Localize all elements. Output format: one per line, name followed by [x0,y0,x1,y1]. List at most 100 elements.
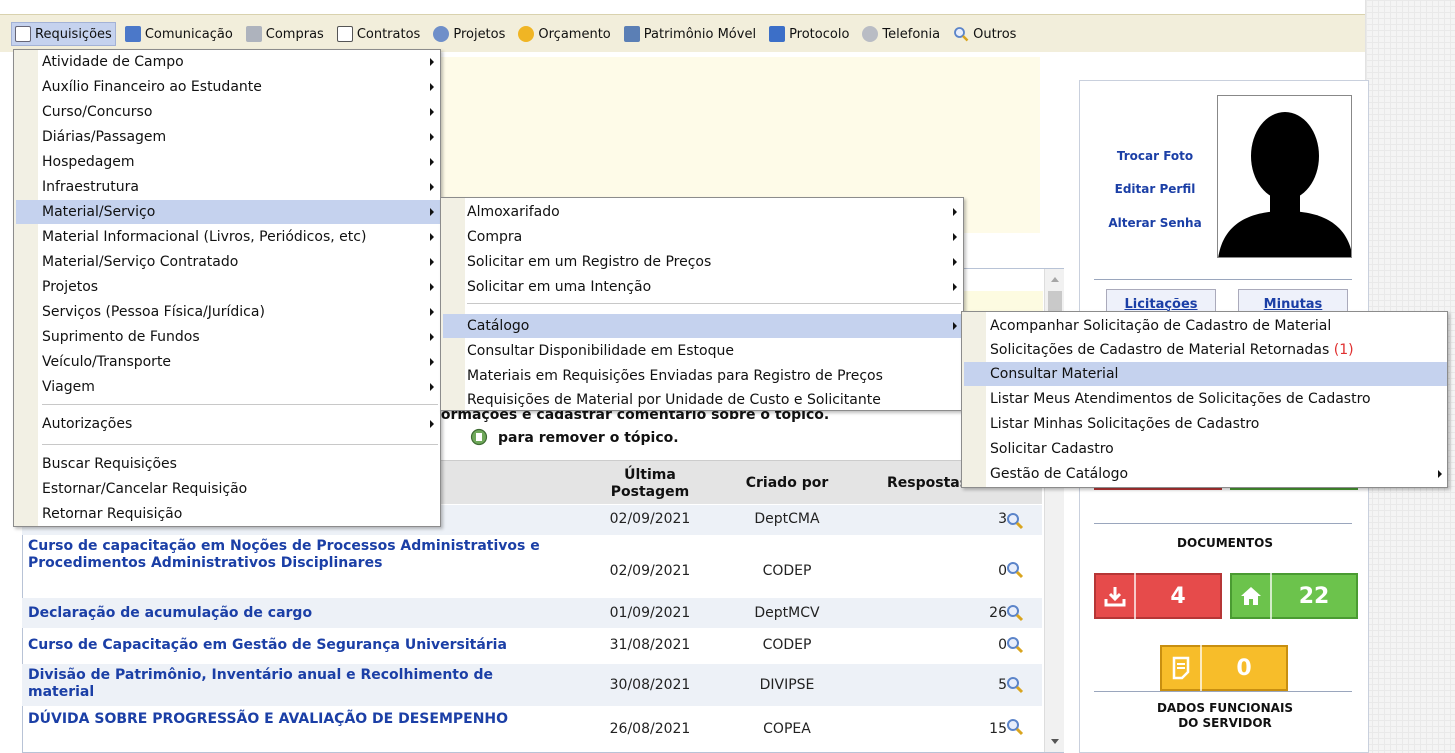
menu-item-curso-concurso[interactable]: Curso/Concurso [16,100,440,124]
chevron-right-icon [430,233,434,241]
chevron-right-icon [953,322,957,330]
chevron-right-icon [430,108,434,116]
menu-material-servico-dropdown: Almoxarifado Compra Solicitar em um Regi… [440,197,964,411]
editar-perfil-link[interactable]: Editar Perfil [1080,182,1230,196]
menu-item-projetos[interactable]: Projetos [16,275,440,299]
chevron-right-icon [430,258,434,266]
coins-icon [518,26,535,42]
documentos-home-tile[interactable]: 22 [1230,573,1358,619]
topic-link[interactable]: Declaração de acumulação de cargo [28,605,558,622]
view-topic-icon[interactable] [1006,636,1024,654]
search-icon [953,26,969,42]
chevron-right-icon [430,383,434,391]
topic-date: 30/08/2021 [609,677,691,693]
download-icon [1096,573,1136,619]
profile-divider [1094,279,1352,280]
forum-instruction-2: para remover o tópico. [498,430,679,446]
scroll-up-icon[interactable] [1051,277,1059,282]
alterar-senha-link[interactable]: Alterar Senha [1080,216,1230,230]
topic-link[interactable]: Curso de Capacitação em Gestão de Segura… [28,637,558,654]
menu-item-atividade-de-campo[interactable]: Atividade de Campo [16,50,440,74]
menu-orcamento[interactable]: Orçamento [515,23,613,45]
view-topic-icon[interactable] [1006,604,1024,622]
menu-item-infraestrutura[interactable]: Infraestrutura [16,175,440,199]
menu-requisicoes[interactable]: Requisições [11,22,116,46]
menu-protocolo[interactable]: Protocolo [766,23,852,45]
menu-item-material-servico[interactable]: Material/Serviço [16,200,440,224]
topic-date: 26/08/2021 [609,721,691,737]
menu-item-solicitar-intencao[interactable]: Solicitar em uma Intenção [443,275,963,299]
notebook-icon [769,26,786,42]
main-menubar: Requisições Comunicação Compras Contrato… [0,14,1365,52]
chevron-right-icon [953,258,957,266]
menu-telefonia[interactable]: Telefonia [859,23,943,45]
menu-item-solicitar-registro-precos[interactable]: Solicitar em um Registro de Preços [443,250,963,274]
menu-item-veiculo-transporte[interactable]: Veículo/Transporte [16,350,440,374]
menu-item-compra[interactable]: Compra [443,225,963,249]
chevron-right-icon [430,83,434,91]
scroll-down-icon[interactable] [1051,739,1059,744]
document-icon [15,26,31,42]
topic-link[interactable]: Divisão de Patrimônio, Inventário anual … [28,667,558,701]
menu-item-requisicoes-unidade-custo[interactable]: Requisições de Material por Unidade de C… [443,388,963,412]
menu-item-buscar-requisicoes[interactable]: Buscar Requisições [16,452,440,476]
menu-projetos[interactable]: Projetos [430,23,508,45]
menu-item-retornar-requisicao[interactable]: Retornar Requisição [16,502,440,526]
topic-date: 02/09/2021 [609,511,691,527]
menu-patrimonio-movel[interactable]: Patrimônio Móvel [621,23,759,45]
menu-requisicoes-dropdown: Atividade de Campo Auxílio Financeiro ao… [13,49,441,527]
menu-item-hospedagem[interactable]: Hospedagem [16,150,440,174]
menu-item-solicitar-cadastro[interactable]: Solicitar Cadastro [964,437,1447,461]
topic-link[interactable]: DÚVIDA SOBRE PROGRESSÃO E AVALIAÇÃO DE D… [28,711,558,728]
documentos-download-tile[interactable]: 4 [1094,573,1222,619]
menu-comunicacao[interactable]: Comunicação [122,23,236,45]
chevron-right-icon [430,183,434,191]
table-row: Declaração de acumulação de cargo 01/09/… [22,598,1042,628]
menu-item-listar-minhas-solicitacoes[interactable]: Listar Minhas Solicitações de Cadastro [964,412,1447,436]
topic-link[interactable]: Curso de capacitação em Noções de Proces… [28,538,558,572]
gears-icon [433,26,450,42]
menu-item-solicitacoes-retornadas[interactable]: Solicitações de Cadastro de Material Ret… [964,338,1447,362]
table-row: Divisão de Patrimônio, Inventário anual … [22,664,1042,706]
topic-replies: 5 [998,677,1007,693]
menu-item-catalogo[interactable]: Catálogo [443,314,963,338]
menu-outros[interactable]: Outros [950,23,1019,45]
menu-catalogo-dropdown: Acompanhar Solicitação de Cadastro de Ma… [961,311,1448,488]
menu-item-consultar-material[interactable]: Consultar Material [964,362,1447,386]
menu-item-acompanhar-solicitacao[interactable]: Acompanhar Solicitação de Cadastro de Ma… [964,314,1447,338]
menu-item-viagem[interactable]: Viagem [16,375,440,399]
dados-funcionais-title: DADOS FUNCIONAIS DO SERVIDOR [1156,701,1294,730]
menu-contratos[interactable]: Contratos [334,23,424,45]
menu-item-estornar-cancelar[interactable]: Estornar/Cancelar Requisição [16,477,440,501]
chevron-right-icon [430,208,434,216]
menu-compras[interactable]: Compras [243,23,327,45]
menu-item-gestao-de-catalogo[interactable]: Gestão de Catálogo [964,462,1447,486]
menu-item-listar-meus-atendimentos[interactable]: Listar Meus Atendimentos de Solicitações… [964,387,1447,411]
menu-item-auxilio-financeiro[interactable]: Auxílio Financeiro ao Estudante [16,75,440,99]
header-created-by[interactable]: Criado por [722,475,852,492]
topic-author: DeptMCV [754,605,820,621]
trocar-foto-link[interactable]: Trocar Foto [1080,149,1230,163]
menu-item-almoxarifado[interactable]: Almoxarifado [443,200,963,224]
menu-item-material-servico-contratado[interactable]: Material/Serviço Contratado [16,250,440,274]
header-last-post[interactable]: Última Postagem [590,467,710,501]
topic-author: COPEA [763,721,811,737]
view-topic-icon[interactable] [1006,676,1024,694]
menu-item-suprimento-de-fundos[interactable]: Suprimento de Fundos [16,325,440,349]
chevron-right-icon [1438,470,1442,478]
topic-replies: 26 [989,605,1007,621]
view-topic-icon[interactable] [1006,512,1024,530]
menu-item-diarias-passagem[interactable]: Diárias/Passagem [16,125,440,149]
menu-item-materiais-registro-precos[interactable]: Materiais em Requisições Enviadas para R… [443,364,963,388]
menu-item-autorizacoes[interactable]: Autorizações [16,412,440,436]
topic-date: 01/09/2021 [609,605,691,621]
menu-item-material-informacional[interactable]: Material Informacional (Livros, Periódic… [16,225,440,249]
view-topic-icon[interactable] [1006,718,1024,736]
topic-author: DIVIPSE [759,677,815,693]
menu-item-consultar-disponibilidade[interactable]: Consultar Disponibilidade em Estoque [443,339,963,363]
chevron-right-icon [430,308,434,316]
view-topic-icon[interactable] [1006,561,1024,579]
cart-icon [245,26,262,42]
menu-item-servicos[interactable]: Serviços (Pessoa Física/Jurídica) [16,300,440,324]
documentos-note-tile[interactable]: 0 [1160,645,1288,691]
